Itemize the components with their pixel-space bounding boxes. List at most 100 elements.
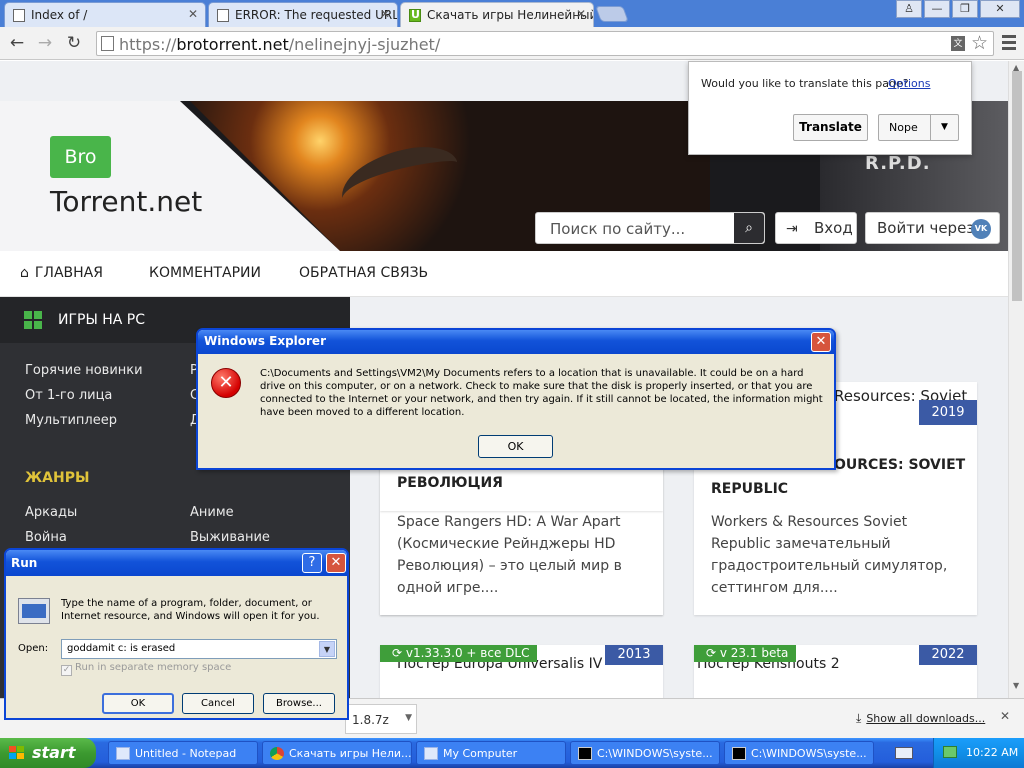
url-text[interactable]: https://brotorrent.net/nelinejnyj-sjuzhe… — [119, 35, 440, 54]
logo-badge[interactable]: Bro — [50, 136, 111, 178]
nav-home[interactable]: ⌂ ГЛАВНАЯ — [20, 265, 103, 281]
minimize-button[interactable]: — — [924, 0, 950, 18]
back-button[interactable]: ← — [6, 32, 28, 54]
genre-war[interactable]: Война — [25, 530, 67, 545]
help-icon[interactable]: ? — [302, 553, 322, 573]
chevron-down-icon[interactable]: ▼ — [319, 641, 335, 657]
login-button[interactable]: ⇥ Вход — [775, 212, 857, 244]
sidebar-link-hot[interactable]: Горячие новинки — [25, 363, 143, 378]
close-icon[interactable]: ✕ — [811, 332, 831, 352]
vk-icon: VK — [971, 219, 991, 239]
ok-button[interactable]: OK — [478, 435, 553, 458]
bookmark-star-icon[interactable]: ☆ — [971, 32, 988, 54]
tab-index-of[interactable]: Index of / ✕ — [4, 2, 206, 27]
dialog-title-bar[interactable]: Windows Explorer ✕ — [198, 330, 834, 354]
card-text: одной игре.... — [397, 580, 499, 596]
dialog-title: Run — [11, 556, 38, 570]
open-label: Open: — [18, 643, 49, 654]
download-item[interactable]: 1.8.7z ▼ — [345, 704, 417, 734]
start-button[interactable]: start — [0, 738, 96, 768]
taskbar-item-my-computer[interactable]: My Computer — [416, 741, 566, 765]
page-scrollbar[interactable]: ▲ ▼ — [1008, 61, 1024, 738]
run-dialog: Run ? ✕ Type the name of a program, fold… — [4, 548, 349, 720]
tab-close-icon[interactable]: ✕ — [188, 7, 198, 21]
close-icon[interactable]: ✕ — [326, 553, 346, 573]
nav-comments[interactable]: КОММЕНТАРИИ — [149, 265, 261, 281]
download-icon: ⤓ — [856, 711, 862, 725]
scroll-down-icon[interactable]: ▼ — [1013, 681, 1019, 690]
open-input[interactable]: goddamit c: is erased ▼ — [61, 639, 337, 659]
computer-icon — [424, 747, 438, 760]
logo-text[interactable]: Torrent.net — [50, 185, 202, 218]
close-shelf-icon[interactable]: ✕ — [1000, 709, 1010, 723]
site-search[interactable]: Поиск по сайту... ⌕ — [535, 212, 765, 244]
run-description: Type the name of a program, folder, docu… — [61, 598, 320, 622]
checkbox-icon: ✓ — [61, 665, 72, 676]
translate-question: Would you like to translate this page? — [701, 77, 909, 90]
page-info-icon[interactable] — [101, 36, 114, 51]
login-vk-button[interactable]: Войти через VK — [865, 212, 1000, 244]
genre-anime[interactable]: Аниме — [190, 505, 234, 520]
dropdown-arrow-icon[interactable]: ▼ — [405, 713, 412, 723]
new-tab-button[interactable] — [595, 6, 629, 22]
tab-title: ERROR: The requested URL — [235, 8, 398, 22]
genre-arcade[interactable]: Аркады — [25, 505, 77, 520]
year-badge: 2022 — [919, 645, 977, 665]
browse-button[interactable]: Browse... — [263, 693, 335, 714]
scrollbar-thumb[interactable] — [1012, 71, 1022, 301]
cmd-icon — [578, 747, 592, 760]
dropdown-arrow-icon[interactable]: ▼ — [930, 115, 958, 140]
tab-error[interactable]: ERROR: The requested URL ✕ — [208, 2, 398, 27]
taskbar-item-cmd[interactable]: C:\WINDOWS\syste... — [570, 741, 720, 765]
tab-brotorrent[interactable]: Скачать игры Нелинейный ✕ — [400, 2, 594, 27]
genres-title: ЖАНРЫ — [25, 470, 90, 486]
profile-button[interactable]: ♙ — [896, 0, 922, 18]
system-tray: 10:22 AM — [933, 738, 1024, 768]
refresh-icon: ⟳ — [392, 646, 406, 660]
browser-tab-strip: Index of / ✕ ERROR: The requested URL ✕ … — [0, 0, 1024, 27]
reload-button[interactable]: ↻ — [63, 32, 85, 54]
forward-button[interactable]: → — [34, 32, 56, 54]
show-all-downloads-link[interactable]: ⤓ Show all downloads... — [856, 711, 985, 726]
clock[interactable]: 10:22 AM — [966, 746, 1018, 759]
network-icon[interactable] — [943, 746, 957, 758]
restore-button[interactable]: ❐ — [952, 0, 978, 18]
address-bar[interactable]: https://brotorrent.net/nelinejnyj-sjuzhe… — [96, 31, 994, 56]
refresh-icon: ⟳ — [706, 646, 720, 660]
taskbar-item-cmd[interactable]: C:\WINDOWS\syste... — [724, 741, 874, 765]
sidebar-link-multiplayer[interactable]: Мультиплеер — [25, 413, 117, 428]
windows-icon — [24, 311, 42, 329]
card-text: Republic замечательный — [711, 536, 891, 552]
cancel-button[interactable]: Cancel — [182, 693, 254, 714]
genre-survival[interactable]: Выживание — [190, 530, 270, 545]
main-nav: ⌂ ГЛАВНАЯ КОММЕНТАРИИ ОБРАТНАЯ СВЯЗЬ — [0, 251, 1008, 297]
taskbar-item-chrome[interactable]: Скачать игры Нели... — [262, 741, 412, 765]
chrome-menu-icon[interactable] — [1002, 35, 1016, 51]
translate-options-link[interactable]: Options — [888, 77, 930, 90]
search-input[interactable]: Поиск по сайту... — [550, 220, 685, 238]
translate-icon[interactable]: 文 — [951, 36, 965, 51]
dialog-title-bar[interactable]: Run ? ✕ — [6, 550, 347, 576]
card-title[interactable]: REPUBLIC — [711, 477, 788, 501]
tab-close-icon[interactable]: ✕ — [380, 7, 390, 21]
login-icon: ⇥ — [786, 221, 798, 237]
translate-bubble: Would you like to translate this page? O… — [688, 61, 972, 155]
ok-button[interactable]: OK — [102, 693, 174, 714]
tab-close-icon[interactable]: ✕ — [576, 7, 586, 21]
search-icon[interactable]: ⌕ — [734, 213, 764, 243]
card-text: Space Rangers HD: A War Apart — [397, 514, 621, 530]
utorrent-icon — [409, 8, 421, 22]
nav-feedback[interactable]: ОБРАТНАЯ СВЯЗЬ — [299, 265, 428, 281]
dialog-title: Windows Explorer — [204, 334, 326, 348]
translate-button[interactable]: Translate — [793, 114, 868, 141]
card-title[interactable]: OURCES: SOVIET — [834, 453, 965, 477]
nope-button[interactable]: Nope ▼ — [878, 114, 959, 141]
explorer-error-dialog: Windows Explorer ✕ ✕ C:\Documents and Se… — [196, 328, 836, 470]
keyboard-icon[interactable] — [895, 747, 913, 759]
sidebar-link-fps[interactable]: От 1-го лица — [25, 388, 112, 403]
run-icon — [18, 598, 50, 624]
game-card-title[interactable]: РЕВОЛЮЦИЯ — [380, 465, 663, 511]
taskbar-item-notepad[interactable]: Untitled - Notepad — [108, 741, 258, 765]
card-title[interactable]: РЕВОЛЮЦИЯ — [397, 471, 503, 495]
close-window-button[interactable]: ✕ — [980, 0, 1020, 18]
